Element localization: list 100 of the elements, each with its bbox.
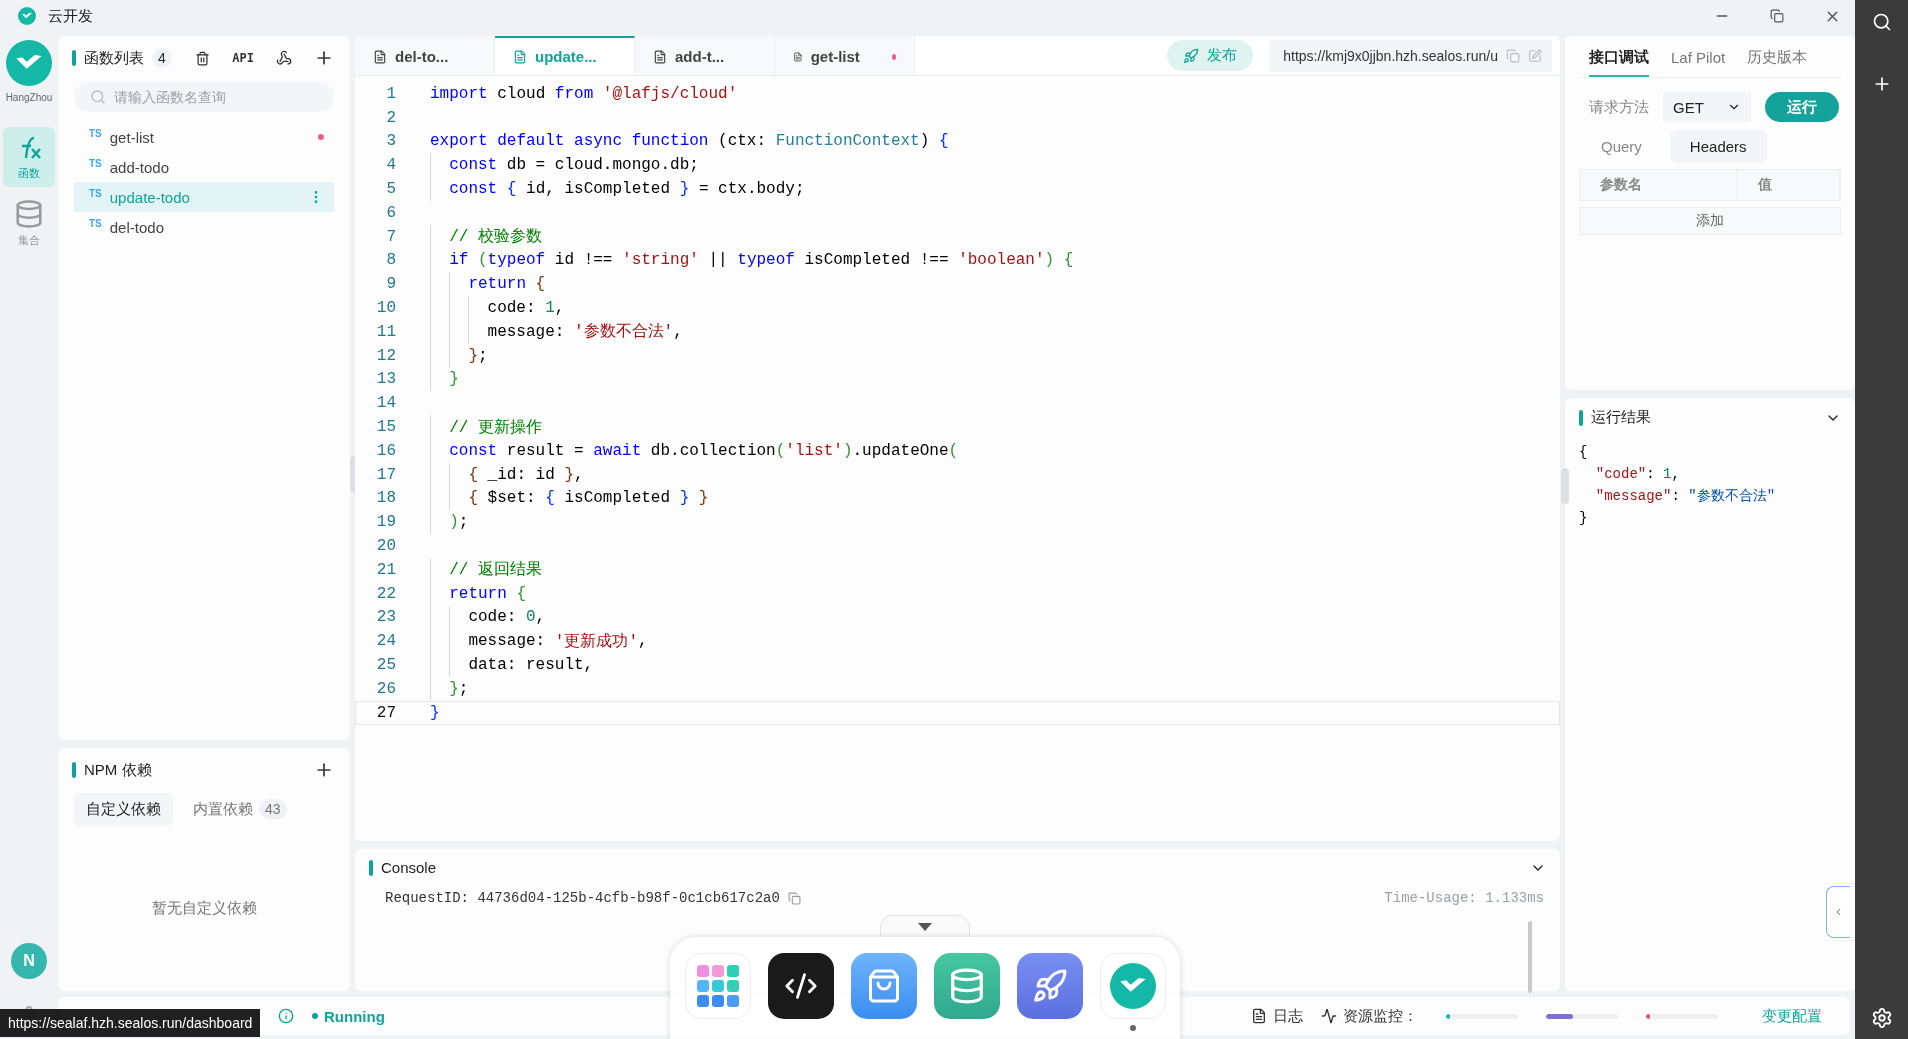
column-header: 参数名	[1580, 170, 1739, 200]
code-token: result =	[506, 441, 585, 460]
link-tooltip: https://sealaf.hzh.sealos.run/dashboard	[0, 1009, 261, 1037]
line-number: 6	[385, 203, 397, 222]
code-token: return	[468, 275, 526, 294]
code-token: code:	[487, 299, 537, 318]
search-field[interactable]: 请输入函数名查询	[74, 82, 334, 112]
code-token: .updateOne	[852, 441, 949, 460]
code-token: '@lafjs/cloud'	[602, 84, 738, 103]
param-tab[interactable]: Headers	[1669, 130, 1767, 163]
log-button[interactable]: 日志	[1251, 1006, 1303, 1026]
app-title: 云开发	[48, 6, 93, 26]
change-config-link[interactable]: 变更配置	[1756, 1005, 1828, 1027]
dependency-tab[interactable]: 内置依赖 43	[181, 792, 299, 826]
function-item[interactable]: TS get-list	[74, 122, 334, 152]
search-icon[interactable]	[1871, 12, 1892, 32]
panel-tab[interactable]: Laf Pilot	[1671, 36, 1726, 77]
restore-icon[interactable]	[1770, 9, 1784, 23]
code-token: "code"	[1595, 466, 1647, 482]
empty-message: 暂无自定义依赖	[151, 899, 257, 918]
resize-handle[interactable]	[1561, 468, 1569, 504]
dependency-tab[interactable]: 自定义依赖	[74, 792, 173, 826]
file-tab[interactable]: add-t...	[635, 36, 775, 75]
region-logo	[6, 40, 52, 86]
logo-icon[interactable]	[1099, 953, 1166, 1019]
line-number: 22	[375, 584, 397, 603]
search-icon	[90, 89, 106, 105]
api-button[interactable]: API	[230, 49, 256, 67]
line-number: 13	[375, 370, 397, 389]
panel-title: NPM 依赖	[84, 760, 152, 780]
line-number: 11	[375, 322, 397, 341]
code-token: )	[919, 132, 931, 151]
file-tab[interactable]: del-to...	[355, 36, 495, 75]
code-token: id !==	[554, 251, 614, 270]
line-number: 4	[385, 156, 397, 175]
shopping-bag-icon[interactable]	[850, 953, 917, 1019]
code-token: }	[449, 679, 459, 698]
rocket-icon[interactable]	[1016, 953, 1083, 1019]
file-icon	[373, 49, 387, 64]
code-token: {	[938, 132, 949, 151]
database-icon	[14, 198, 44, 229]
code-token: await	[593, 441, 642, 460]
settings-icon[interactable]	[1870, 1007, 1893, 1029]
code-token: {	[468, 465, 478, 484]
code-token: }	[1579, 510, 1588, 526]
function-item[interactable]: TS add-todo	[74, 152, 334, 182]
panel-tab[interactable]: 历史版本	[1747, 36, 1808, 77]
code-token: 'string'	[622, 251, 699, 270]
code-token: 'list'	[785, 441, 843, 460]
copy-icon[interactable]	[787, 891, 801, 905]
code-token: }	[430, 703, 440, 722]
code-token: 'boolean'	[958, 251, 1045, 270]
app-grid-icon[interactable]	[684, 953, 751, 1019]
line-number: 19	[375, 513, 397, 532]
line-number: 2	[385, 108, 397, 127]
param-tab[interactable]: Query	[1581, 130, 1662, 163]
database-icon[interactable]	[933, 953, 1000, 1019]
line-number: 27	[375, 703, 397, 722]
rocket-icon	[1183, 47, 1200, 64]
line-number: 14	[375, 394, 397, 413]
caret-icon[interactable]	[918, 923, 932, 931]
function-item[interactable]: TS del-todo	[74, 212, 334, 242]
code-token: {	[468, 489, 478, 508]
code-token: '更新成功'	[554, 631, 638, 652]
request-id: RequestID: 44736d04-125b-4cfb-b98f-0c1cb617c2a0	[385, 890, 780, 906]
code-token: message:	[468, 632, 547, 651]
url-text: https://kmj9x0jjbn.hzh.sealos.run/u	[1283, 47, 1498, 64]
line-number: 16	[375, 441, 397, 460]
file-icon	[793, 49, 803, 64]
code-token: ,	[1671, 466, 1680, 482]
code-token: if	[449, 251, 469, 270]
code-token: 1	[545, 299, 555, 318]
code-token: '参数不合法'	[574, 322, 674, 343]
file-tab[interactable]: update...	[495, 36, 635, 75]
code-token: {	[1579, 444, 1588, 460]
line-number: 12	[375, 346, 397, 365]
file-icon	[653, 49, 667, 64]
app-logo	[18, 7, 36, 25]
panel-title: 运行结果	[1591, 408, 1651, 427]
code-token: }	[449, 370, 459, 389]
file-icon	[513, 49, 527, 64]
code-editor-icon[interactable]	[767, 953, 834, 1019]
code-token: db = cloud.mongo.db;	[506, 156, 699, 175]
code-token: }	[468, 346, 478, 365]
run-button[interactable]: 运行	[1765, 92, 1839, 122]
file-tab[interactable]: get-list	[775, 36, 915, 75]
info-icon[interactable]	[278, 1008, 294, 1024]
trash-icon[interactable]	[195, 50, 211, 66]
panel-tab[interactable]: 接口调试	[1589, 36, 1649, 77]
code-token: )	[842, 441, 853, 460]
method-select[interactable]: GET	[1663, 92, 1751, 122]
code-token: )	[1044, 251, 1055, 270]
code-token: // 返回结果	[449, 560, 542, 581]
code-token: {	[516, 584, 526, 603]
code-token: const	[449, 180, 498, 199]
code-token: const	[449, 156, 498, 175]
add-button[interactable]: 添加	[1579, 207, 1841, 235]
scrollbar[interactable]	[1528, 921, 1532, 993]
code-token: :	[1671, 488, 1681, 504]
webhook-icon[interactable]	[276, 50, 292, 66]
